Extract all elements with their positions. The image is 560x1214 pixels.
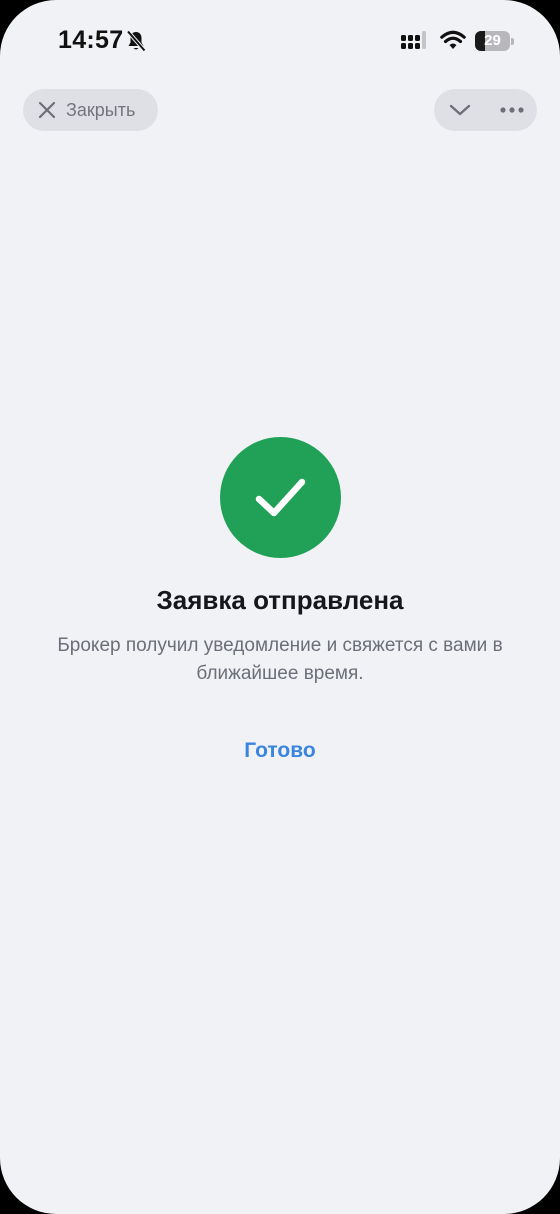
- result-message: Брокер получил уведомление и свяжется с …: [57, 635, 503, 684]
- checkmark-icon: [255, 478, 306, 517]
- chevron-down-icon: [449, 104, 471, 116]
- collapse-button[interactable]: [434, 89, 485, 131]
- battery-indicator: 29: [475, 31, 515, 51]
- result-title: Заявка отправлена: [156, 585, 404, 615]
- status-bar: 14:57 29: [0, 0, 560, 84]
- close-label: Закрыть: [66, 100, 136, 120]
- more-icon: [500, 107, 524, 113]
- done-button[interactable]: Готово: [200, 734, 360, 768]
- signal-icon: [401, 31, 426, 49]
- bell-slash-icon: [126, 30, 146, 52]
- status-time: 14:57: [58, 26, 124, 54]
- wifi-icon: [440, 30, 466, 49]
- more-options-button[interactable]: [486, 89, 537, 131]
- mini-app-menu: [434, 89, 537, 131]
- close-icon: [38, 101, 56, 119]
- success-badge: [220, 437, 341, 558]
- close-button[interactable]: Закрыть: [23, 89, 158, 131]
- screen: 14:57 29 Закрыть Заявка отправлена Броке…: [0, 0, 560, 1214]
- battery-percent: 29: [484, 32, 501, 49]
